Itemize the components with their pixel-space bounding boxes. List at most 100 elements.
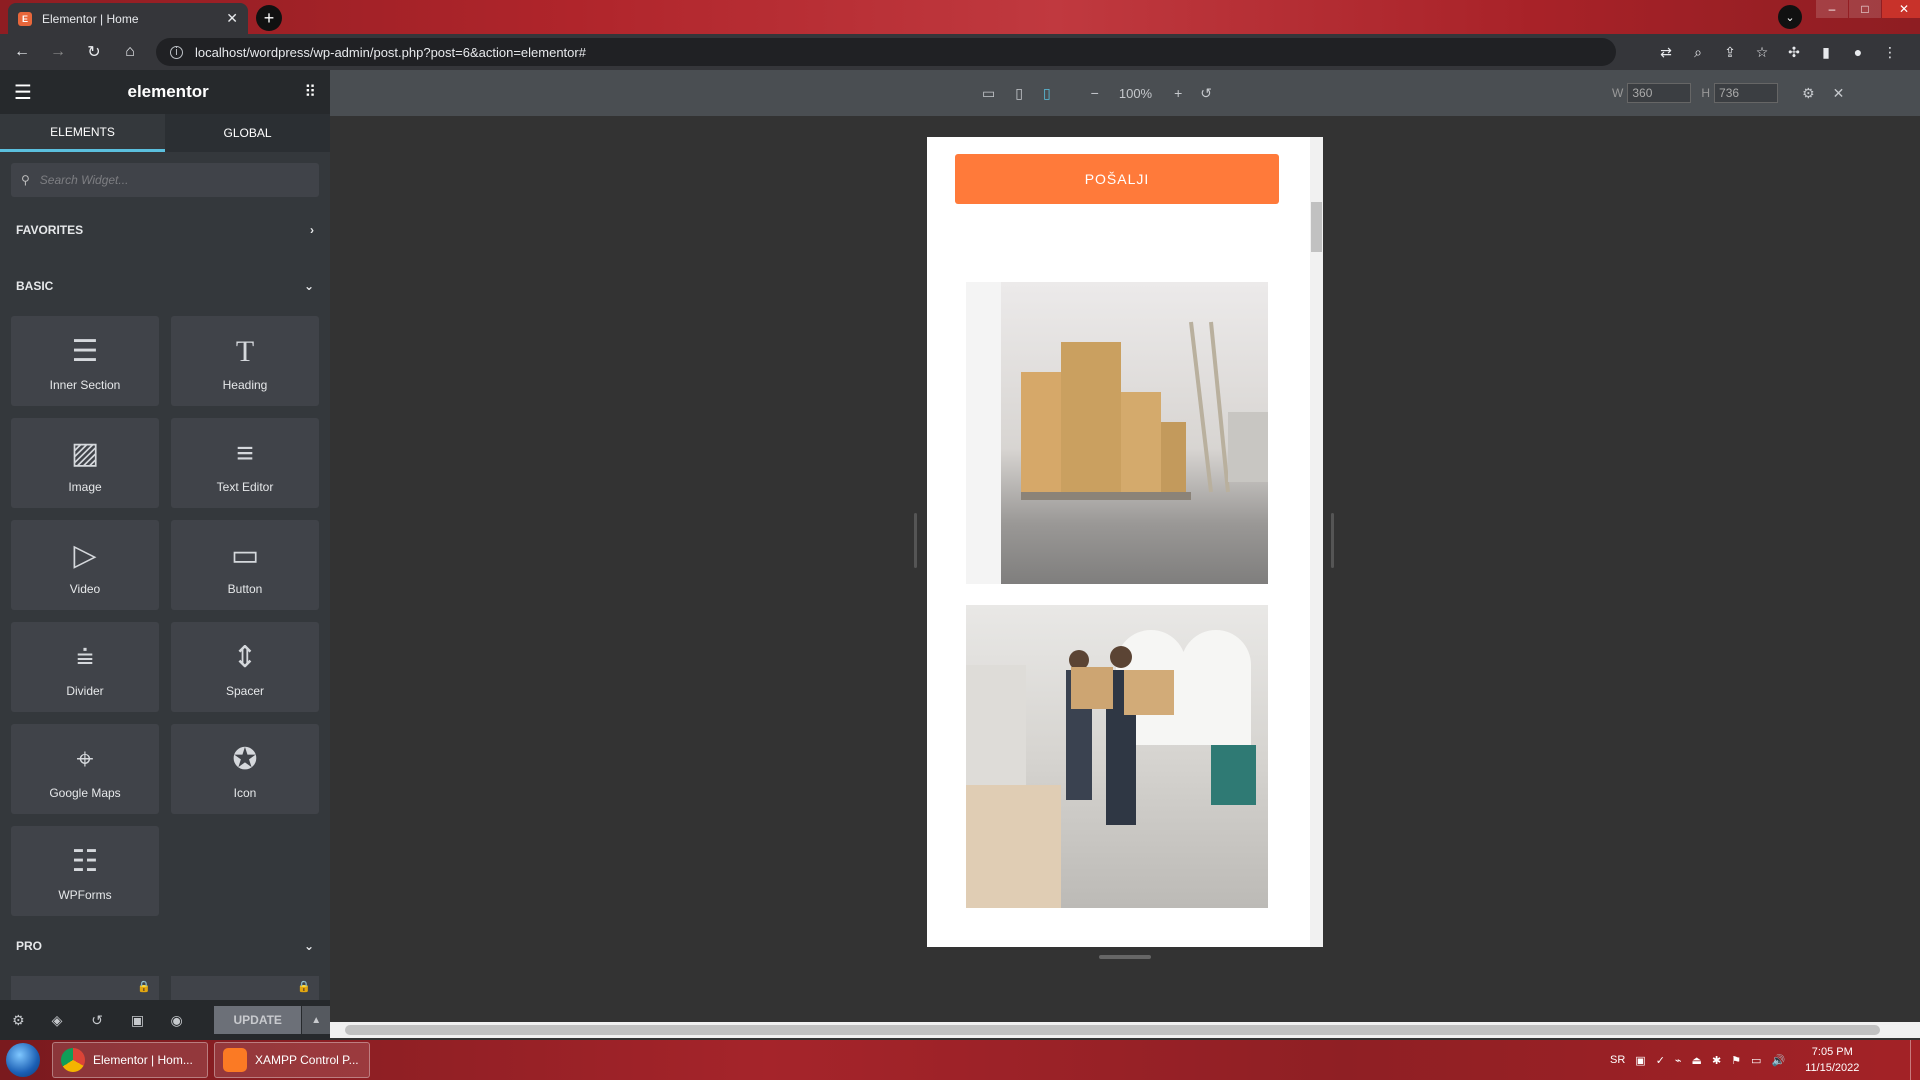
category-basic[interactable]: BASIC ⌄ <box>16 276 314 296</box>
bookmark-star-icon[interactable]: ☆ <box>1746 44 1778 61</box>
network-tray-icon[interactable]: ⌁ <box>1675 1054 1682 1067</box>
zoom-in-icon[interactable]: + <box>1174 85 1182 101</box>
clock-time: 7:05 PM <box>1811 1046 1853 1058</box>
search-widget-input[interactable]: ⚲ Search Widget... <box>11 163 319 197</box>
share-icon[interactable]: ⇪ <box>1714 44 1746 61</box>
back-button[interactable]: ← <box>8 38 36 66</box>
widget-wpforms[interactable]: ☷ WPForms <box>11 826 159 916</box>
resize-handle-left[interactable] <box>914 513 917 568</box>
xampp-tray-icon[interactable]: ▣ <box>1635 1054 1645 1067</box>
settings-gear-icon[interactable]: ⚙ <box>12 1012 52 1029</box>
update-options-button[interactable]: ▲ <box>302 1006 331 1034</box>
bluetooth-tray-icon[interactable]: ✱ <box>1712 1054 1721 1067</box>
security-tray-icon[interactable]: ✓ <box>1656 1054 1665 1067</box>
desktop-icon[interactable]: ▭ <box>982 85 995 102</box>
widget-inner-section[interactable]: ☰ Inner Section <box>11 316 159 406</box>
new-tab-button[interactable]: + <box>256 5 282 31</box>
widget-google-maps[interactable]: ⌖ Google Maps <box>11 724 159 814</box>
history-icon[interactable]: ↺ <box>91 1012 131 1029</box>
tablet-icon[interactable]: ▯ <box>1015 85 1023 102</box>
browser-tab[interactable]: E Elementor | Home ✕ <box>8 3 248 34</box>
side-panel-icon[interactable]: ▮ <box>1810 44 1842 61</box>
widget-text-editor[interactable]: ≡ Text Editor <box>171 418 319 508</box>
pro-widget-tile[interactable]: 🔒 <box>171 976 319 1000</box>
widget-image[interactable]: ▨ Image <box>11 418 159 508</box>
taskbar-item-label: Elementor | Hom... <box>93 1053 193 1067</box>
settings-gear-icon[interactable]: ⚙ <box>1802 85 1815 102</box>
category-favorites[interactable]: FAVORITES › <box>16 220 314 240</box>
responsive-toolbar: ▭ ▯ ▯ − 100% + ↺ W 360 H 736 ⚙ ✕ <box>330 70 1920 116</box>
close-responsive-icon[interactable]: ✕ <box>1833 85 1845 102</box>
tab-elements[interactable]: ELEMENTS <box>0 114 165 152</box>
responsive-mode-icon[interactable]: ▣ <box>131 1012 171 1029</box>
warehouse-boxes-image[interactable] <box>966 282 1268 584</box>
close-tab-icon[interactable]: ✕ <box>226 10 238 27</box>
close-window-button[interactable]: ✕ <box>1882 0 1920 18</box>
browser-action-icons: ⇄ ⌕ ⇪ ☆ ✣ ▮ ● ⋮ <box>1650 34 1906 70</box>
widget-video[interactable]: ▷ Video <box>11 520 159 610</box>
clock-date: 11/15/2022 <box>1805 1062 1860 1074</box>
reload-button[interactable]: ↻ <box>80 38 108 66</box>
start-button[interactable] <box>0 1040 46 1080</box>
flag-tray-icon[interactable]: ⚑ <box>1731 1054 1741 1067</box>
widget-divider[interactable]: ⩧ Divider <box>11 622 159 712</box>
taskbar-item-xampp[interactable]: XAMPP Control P... <box>214 1042 370 1078</box>
maximize-button[interactable]: □ <box>1849 0 1881 18</box>
update-button[interactable]: UPDATE <box>214 1006 302 1034</box>
chevron-down-icon: ⌄ <box>303 939 314 953</box>
preview-scroll-thumb[interactable] <box>1311 202 1322 252</box>
widget-label: Inner Section <box>49 378 121 392</box>
reset-zoom-icon[interactable]: ↺ <box>1200 85 1212 102</box>
movers-carrying-boxes-image[interactable] <box>966 605 1268 908</box>
widgets-grid-icon[interactable]: ⠿ <box>304 82 316 102</box>
usb-tray-icon[interactable]: ⏏ <box>1692 1054 1702 1067</box>
tab-search-button[interactable]: ⌄ <box>1778 5 1802 29</box>
show-desktop-button[interactable] <box>1910 1040 1920 1080</box>
profile-icon[interactable]: ● <box>1842 44 1874 60</box>
width-label: W <box>1612 86 1624 100</box>
lock-icon: 🔒 <box>297 981 311 993</box>
address-bar[interactable]: i localhost/wordpress/wp-admin/post.php?… <box>156 38 1616 66</box>
minimize-button[interactable]: – <box>1816 0 1848 18</box>
zoom-icon[interactable]: ⌕ <box>1682 44 1714 61</box>
windows-logo-icon <box>6 1043 40 1077</box>
navigator-layers-icon[interactable]: ◈ <box>52 1012 92 1029</box>
menu-dots-icon[interactable]: ⋮ <box>1874 44 1906 61</box>
resize-handle-right[interactable] <box>1331 513 1334 568</box>
height-input[interactable]: 736 <box>1714 83 1779 103</box>
forward-button[interactable]: → <box>44 38 72 66</box>
widget-spacer[interactable]: ⇕ Spacer <box>171 622 319 712</box>
site-info-icon[interactable]: i <box>170 45 183 59</box>
divider-icon: ⩧ <box>76 641 94 674</box>
horizontal-scroll-thumb[interactable] <box>345 1025 1880 1035</box>
category-pro[interactable]: PRO ⌄ <box>16 936 314 956</box>
mobile-icon[interactable]: ▯ <box>1043 85 1051 102</box>
preview-vertical-scrollbar[interactable] <box>1310 137 1323 947</box>
translate-icon[interactable]: ⇄ <box>1650 44 1682 61</box>
zoom-out-icon[interactable]: − <box>1091 85 1099 101</box>
display-tray-icon[interactable]: ▭ <box>1751 1054 1761 1067</box>
home-button[interactable]: ⌂ <box>116 38 144 66</box>
tab-global[interactable]: GLOBAL <box>165 114 330 152</box>
volume-tray-icon[interactable]: 🔊 <box>1771 1054 1785 1067</box>
send-button[interactable]: POŠALJI <box>955 154 1279 204</box>
panel-tabs: ELEMENTS GLOBAL <box>0 114 330 152</box>
elementor-logo: elementor <box>127 82 209 101</box>
widget-button[interactable]: ▭ Button <box>171 520 319 610</box>
hamburger-menu-icon[interactable]: ☰ <box>14 80 32 105</box>
widget-heading[interactable]: T Heading <box>171 316 319 406</box>
preview-eye-icon[interactable]: ◉ <box>171 1012 211 1029</box>
widget-label: Google Maps <box>49 786 121 800</box>
widget-icon[interactable]: ✪ Icon <box>171 724 319 814</box>
video-icon: ▷ <box>73 539 97 572</box>
language-indicator[interactable]: SR <box>1610 1054 1625 1066</box>
warehouse-illustration <box>966 282 1268 584</box>
extensions-icon[interactable]: ✣ <box>1778 44 1810 61</box>
taskbar-item-chrome[interactable]: Elementor | Hom... <box>52 1042 208 1078</box>
resize-handle-bottom[interactable] <box>1099 955 1151 959</box>
star-icon: ✪ <box>232 743 258 776</box>
pro-widget-tile[interactable]: 🔒 <box>11 976 159 1000</box>
clock[interactable]: 7:05 PM 11/15/2022 <box>1805 1044 1859 1076</box>
width-input[interactable]: 360 <box>1627 83 1692 103</box>
elementor-panel: ☰ elementor ⠿ ELEMENTS GLOBAL ⚲ Search W… <box>0 70 330 1040</box>
